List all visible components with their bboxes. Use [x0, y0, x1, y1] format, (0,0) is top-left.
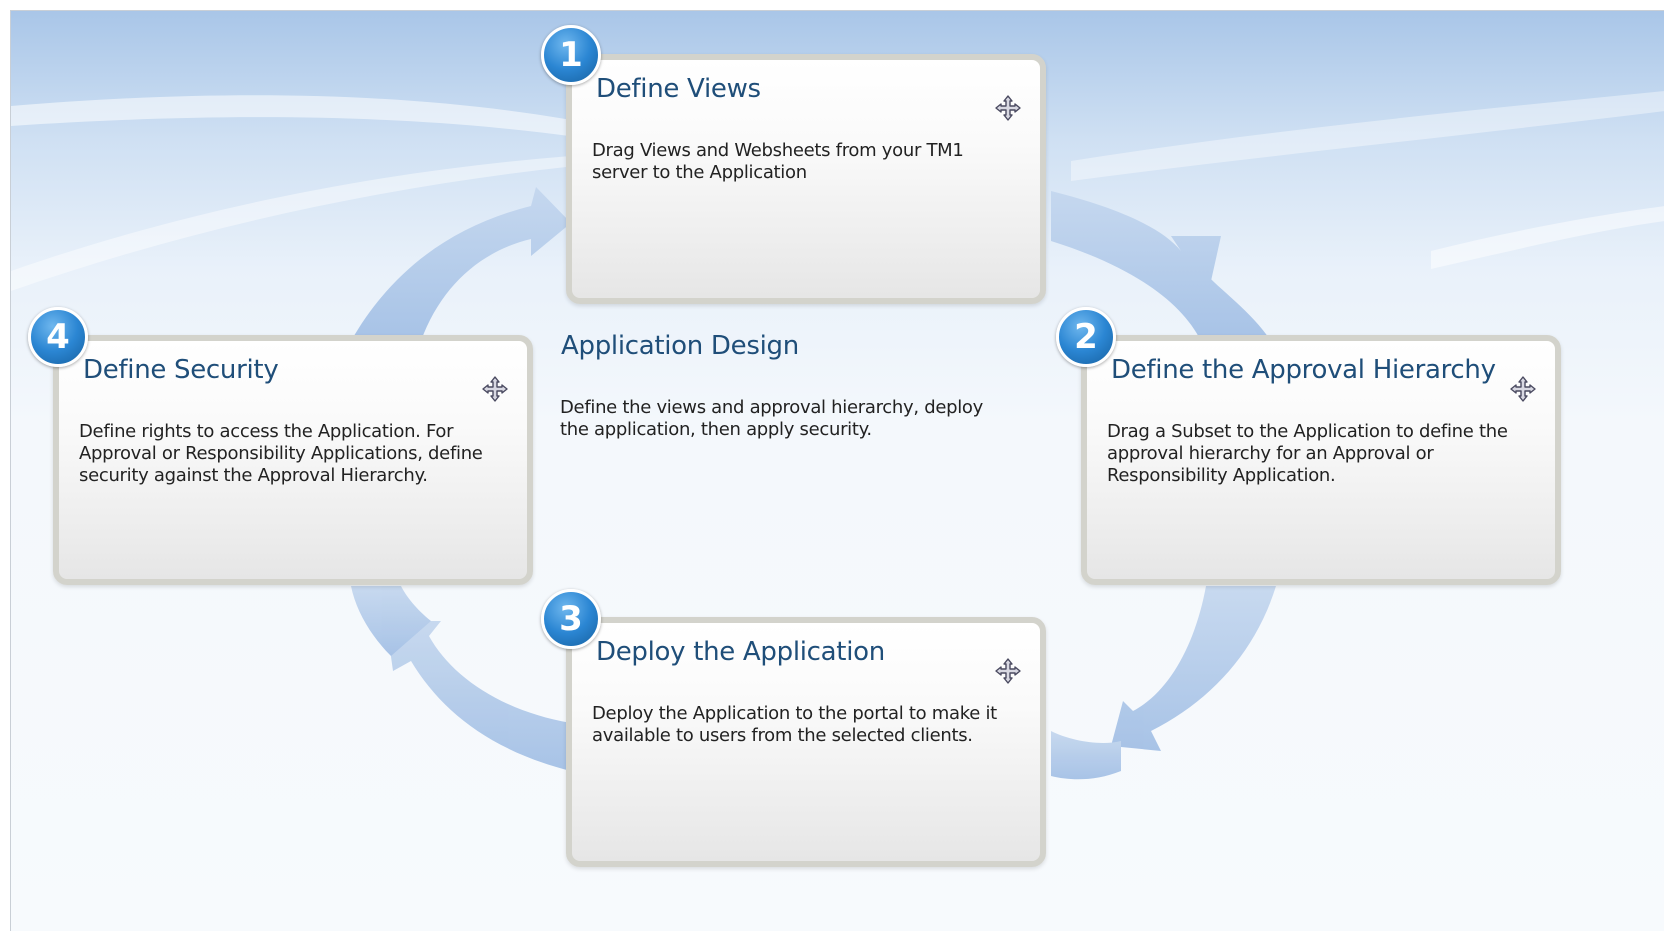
move-icon[interactable]: [994, 94, 1022, 122]
step-badge-1: 1: [541, 25, 601, 85]
step-card-define-views[interactable]: Define Views Drag Views and Websheets fr…: [566, 54, 1046, 304]
step-title: Define Security: [83, 355, 279, 385]
step-title: Define Views: [596, 74, 761, 104]
step-description: Drag a Subset to the Application to defi…: [1107, 421, 1508, 486]
step-card-define-security[interactable]: Define Security Define rights to access …: [53, 335, 533, 585]
step-description: Define rights to access the Application.…: [79, 421, 483, 486]
step-card-deploy-application[interactable]: Deploy the Application Deploy the Applic…: [566, 617, 1046, 867]
application-design-description: Define the views and approval hierarchy,…: [560, 397, 983, 440]
step-title: Define the Approval Hierarchy: [1111, 355, 1496, 385]
step-badge-3: 3: [541, 589, 601, 649]
application-design-title: Application Design: [561, 331, 799, 361]
application-design-canvas: Define Views Drag Views and Websheets fr…: [10, 10, 1664, 931]
step-card-define-approval-hierarchy[interactable]: Define the Approval Hierarchy Drag a Sub…: [1081, 335, 1561, 585]
move-icon[interactable]: [1509, 375, 1537, 403]
step-badge-4: 4: [28, 307, 88, 367]
step-title: Deploy the Application: [596, 637, 885, 667]
step-description: Drag Views and Websheets from your TM1 s…: [592, 140, 964, 183]
move-icon[interactable]: [994, 657, 1022, 685]
step-description: Deploy the Application to the portal to …: [592, 703, 997, 746]
step-badge-2: 2: [1056, 307, 1116, 367]
move-icon[interactable]: [481, 375, 509, 403]
